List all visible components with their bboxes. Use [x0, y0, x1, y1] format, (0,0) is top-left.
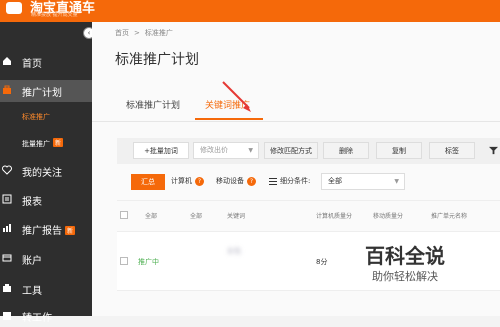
- chevron-down-icon: ▼: [394, 178, 399, 185]
- active-tab-indicator: [195, 118, 263, 120]
- summary-button[interactable]: 汇总: [131, 174, 165, 190]
- select-all-checkbox[interactable]: [120, 211, 128, 219]
- briefcase-icon: [3, 85, 11, 94]
- pc-quality-score: 8分: [316, 258, 328, 266]
- sidebar-subitem-standard[interactable]: 标准推广: [0, 107, 92, 127]
- keyword-cell[interactable]: 女包: [227, 246, 241, 256]
- help-icon: ?: [247, 177, 256, 186]
- sidebar-item-label: 推广报告新: [22, 226, 76, 237]
- sidebar-item-plans[interactable]: 推广计划: [0, 80, 92, 102]
- tag-button[interactable]: 标签: [429, 142, 475, 159]
- modify-match-button[interactable]: 修改匹配方式: [264, 142, 318, 159]
- page-title: 标准推广计划: [115, 52, 199, 68]
- list-icon: [269, 178, 277, 185]
- tab-divider: [92, 121, 500, 122]
- app-slogan: 精准投放 提升成交量: [31, 12, 78, 18]
- row-checkbox[interactable]: [120, 257, 128, 265]
- sidebar-item-tools[interactable]: 工具: [0, 278, 92, 300]
- computer-filter[interactable]: 计算机?: [171, 176, 204, 186]
- column-header[interactable]: 全部: [190, 211, 202, 220]
- chevron-down-icon: ▼: [248, 147, 253, 154]
- chart-icon: [3, 224, 11, 232]
- sidebar-item-label: 工具: [22, 286, 42, 297]
- mobile-filter[interactable]: 移动设备?: [216, 176, 256, 186]
- sidebar-item-home[interactable]: 首页: [0, 51, 92, 73]
- sidebar-item-follow[interactable]: 我的关注: [0, 160, 92, 182]
- copy-button[interactable]: 复制: [376, 142, 422, 159]
- heart-icon: [2, 165, 12, 175]
- watermark: 百科全说 助你轻松解决: [362, 240, 500, 300]
- tab-standard-plan[interactable]: 标准推广计划: [126, 98, 180, 111]
- sidebar-subitem-batch[interactable]: 批量推广新: [0, 133, 92, 153]
- column-header: 关键词: [227, 213, 246, 220]
- breadcrumb-separator: >: [134, 29, 140, 37]
- watermark-title: 百科全说: [365, 244, 445, 268]
- tool-icon: [3, 284, 11, 292]
- sidebar-item-report[interactable]: 报表: [0, 189, 92, 211]
- help-icon: ?: [195, 177, 204, 186]
- breadcrumb-current: 标准推广: [144, 29, 173, 37]
- bag-icon: [3, 312, 11, 320]
- account-icon: [2, 254, 12, 262]
- new-badge: 新: [65, 226, 76, 235]
- status-badge: 推广中: [138, 258, 159, 266]
- sidebar-item-label: 账户: [22, 256, 42, 267]
- filter-icon[interactable]: [489, 146, 498, 155]
- segment-select[interactable]: 全部 ▼: [321, 173, 405, 190]
- logo-icon: [6, 2, 22, 14]
- sidebar-item-label: 报表: [22, 197, 42, 208]
- breadcrumb-home[interactable]: 首页: [115, 29, 129, 37]
- modify-bid-select[interactable]: 修改出价 ▼: [193, 142, 259, 159]
- batch-add-keywords-button[interactable]: +批量加词: [133, 142, 189, 159]
- sidebar-subitem-label: 标准推广: [22, 113, 50, 121]
- sidebar-item-label: 转工作: [22, 313, 52, 324]
- column-header[interactable]: 计算机质量分: [316, 211, 352, 220]
- report-icon: [2, 194, 12, 204]
- sidebar-item-label: 首页: [22, 59, 42, 70]
- column-header[interactable]: 全部: [145, 211, 157, 220]
- breadcrumb: 首页 > 标准推广: [115, 28, 173, 38]
- sidebar-item-account[interactable]: 账户: [0, 248, 92, 270]
- column-header[interactable]: 移动质量分: [373, 211, 403, 220]
- top-bar: 淘宝直通车 精准投放 提升成交量: [0, 0, 500, 22]
- sidebar-item-label: 我的关注: [22, 168, 62, 179]
- table-header: 全部 全部 关键词 计算机质量分 移动质量分 推广单元名称: [117, 200, 500, 232]
- sidebar-item-label: 推广计划: [22, 88, 62, 99]
- sidebar-item-transfer[interactable]: 转工作: [0, 305, 92, 327]
- column-header: 推广单元名称: [431, 213, 468, 220]
- watermark-subtitle: 助你轻松解决: [372, 270, 438, 283]
- sidebar-subitem-label: 批量推广新: [22, 138, 64, 148]
- segment-label: 细分条件:: [280, 177, 311, 185]
- delete-button[interactable]: 删除: [323, 142, 369, 159]
- home-icon: [3, 57, 11, 65]
- sidebar-item-promo-report[interactable]: 推广报告新: [0, 218, 92, 240]
- annotation-arrow-icon: [222, 81, 251, 112]
- new-badge: 新: [53, 138, 64, 147]
